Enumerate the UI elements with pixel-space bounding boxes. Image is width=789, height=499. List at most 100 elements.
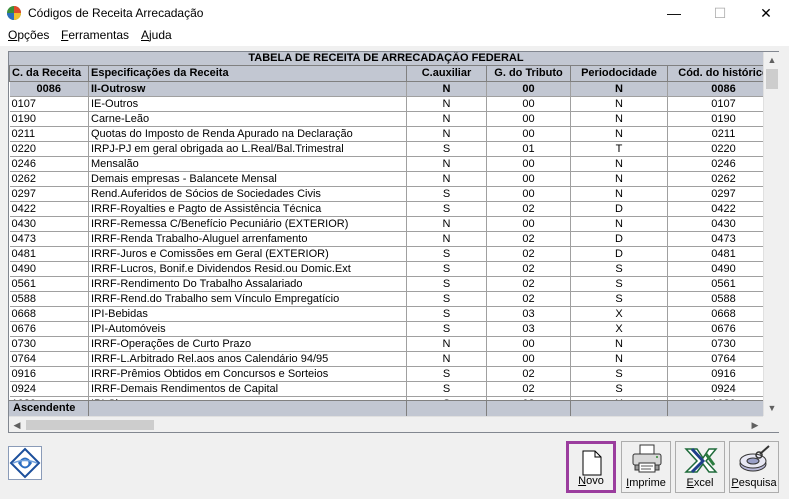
cell-codigo[interactable]: 0086 (9, 81, 89, 97)
cell-codigo[interactable]: 0190 (9, 111, 89, 127)
cell-especificacao[interactable]: IRRF-Royalties e Pagto de Assistência Té… (88, 201, 407, 217)
cell-auxiliar[interactable]: N (406, 96, 487, 112)
cell-periodicidade[interactable]: N (570, 126, 668, 142)
cell-codigo[interactable]: 0490 (9, 261, 89, 277)
cell-grupo-tributo[interactable]: 02 (486, 246, 571, 262)
column-header-auxiliar[interactable]: C.auxiliar (406, 66, 487, 82)
cell-especificacao[interactable]: IRRF-Lucros, Bonif.e Dividendos Resid.ou… (88, 261, 407, 277)
vertical-scrollbar[interactable]: ▲ ▼ (763, 52, 779, 416)
cell-especificacao[interactable]: II-Outrosw (88, 81, 407, 97)
cell-codigo[interactable]: 0676 (9, 321, 89, 337)
cell-historico[interactable]: 0220 (667, 141, 763, 157)
cell-auxiliar[interactable]: S (406, 366, 487, 382)
cell-auxiliar[interactable]: S (406, 321, 487, 337)
cell-grupo-tributo[interactable]: 00 (486, 351, 571, 367)
cell-codigo[interactable]: 0730 (9, 336, 89, 352)
maximize-button[interactable]: ☐ (697, 0, 743, 27)
cell-grupo-tributo[interactable]: 00 (486, 186, 571, 202)
cell-codigo[interactable]: 0916 (9, 366, 89, 382)
scroll-up-icon[interactable]: ▲ (764, 52, 780, 68)
cell-historico[interactable]: 0297 (667, 186, 763, 202)
cell-periodicidade[interactable]: N (570, 111, 668, 127)
cell-auxiliar[interactable]: S (406, 261, 487, 277)
cell-periodicidade[interactable]: X (570, 306, 668, 322)
cell-auxiliar[interactable]: N (406, 231, 487, 247)
cell-periodicidade[interactable]: N (570, 171, 668, 187)
table-row[interactable]: 0246 Mensalão N 00 N 0246 (9, 156, 763, 172)
table-row[interactable]: 0430 IRRF-Remessa C/Benefício Pecuniário … (9, 216, 763, 232)
cell-grupo-tributo[interactable]: 00 (486, 126, 571, 142)
table-row[interactable]: 0422 IRRF-Royalties e Pagto de Assistênci… (9, 201, 763, 217)
cell-codigo[interactable]: 0588 (9, 291, 89, 307)
cell-periodicidade[interactable]: N (570, 186, 668, 202)
cell-historico[interactable]: 0668 (667, 306, 763, 322)
cell-codigo[interactable]: 0668 (9, 306, 89, 322)
column-header-especificacao[interactable]: Especificações da Receita (88, 66, 407, 82)
cell-historico[interactable]: 0676 (667, 321, 763, 337)
table-row[interactable]: 0262 Demais empresas - Balancete Mensal N 0… (9, 171, 763, 187)
cell-auxiliar[interactable]: N (406, 81, 487, 97)
table-row[interactable]: 0588 IRRF-Rend.do Trabalho sem Vínculo Em… (9, 291, 763, 307)
cell-grupo-tributo[interactable]: 02 (486, 291, 571, 307)
cell-auxiliar[interactable]: N (406, 156, 487, 172)
cell-periodicidade[interactable]: D (570, 231, 668, 247)
cell-auxiliar[interactable]: N (406, 111, 487, 127)
cell-historico[interactable]: 0086 (667, 81, 763, 97)
cell-periodicidade[interactable]: X (570, 321, 668, 337)
cell-codigo[interactable]: 0246 (9, 156, 89, 172)
cell-grupo-tributo[interactable]: 00 (486, 111, 571, 127)
cell-periodicidade[interactable]: S (570, 276, 668, 292)
cell-especificacao[interactable]: Mensalão (88, 156, 407, 172)
column-header-periodicidade[interactable]: Periodocidade (570, 66, 668, 82)
pesquisa-button[interactable]: Pesquisa (729, 441, 779, 493)
cell-grupo-tributo[interactable]: 02 (486, 366, 571, 382)
cell-periodicidade[interactable]: N (570, 96, 668, 112)
scroll-right-icon[interactable]: ▶ (747, 417, 763, 433)
cell-especificacao[interactable]: IPI-Automóveis (88, 321, 407, 337)
table-row[interactable]: 0220 IRPJ-PJ em geral obrigada ao L.Real/… (9, 141, 763, 157)
table-row[interactable]: 0297 Rend.Auferidos de Sócios de Sociedad… (9, 186, 763, 202)
scroll-down-icon[interactable]: ▼ (764, 400, 780, 416)
cell-auxiliar[interactable]: N (406, 216, 487, 232)
cell-historico[interactable]: 0916 (667, 366, 763, 382)
cell-auxiliar[interactable]: S (406, 186, 487, 202)
novo-button[interactable]: Novo (566, 441, 616, 493)
cell-periodicidade[interactable]: N (570, 336, 668, 352)
cell-historico[interactable]: 0430 (667, 216, 763, 232)
cell-auxiliar[interactable]: N (406, 126, 487, 142)
scroll-left-icon[interactable]: ◀ (9, 417, 25, 433)
cell-auxiliar[interactable]: S (406, 201, 487, 217)
cell-periodicidade[interactable]: D (570, 201, 668, 217)
cell-especificacao[interactable]: IRRF-Remessa C/Benefício Pecuniário (EXT… (88, 216, 407, 232)
cell-codigo[interactable]: 0220 (9, 141, 89, 157)
menu-opcoes[interactable]: Opções (8, 28, 49, 42)
cell-periodicidade[interactable]: N (570, 216, 668, 232)
table-row[interactable]: 0190 Carne-Leão N 00 N 0190 (9, 111, 763, 127)
cell-especificacao[interactable]: IRRF-Demais Rendimentos de Capital (88, 381, 407, 397)
cell-codigo[interactable]: 0430 (9, 216, 89, 232)
cell-codigo[interactable]: 0473 (9, 231, 89, 247)
cell-codigo[interactable]: 0481 (9, 246, 89, 262)
column-header-grupo-tributo[interactable]: G. do Tributo (486, 66, 571, 82)
cell-especificacao[interactable]: IRRF-Prêmios Obtidos em Concursos e Sort… (88, 366, 407, 382)
cell-grupo-tributo[interactable]: 00 (486, 336, 571, 352)
table-row[interactable]: 0730 IRRF-Operações de Curto Prazo N 00 N 073… (9, 336, 763, 352)
horizontal-scroll-thumb[interactable] (26, 420, 154, 430)
table-row[interactable]: 0924 IRRF-Demais Rendimentos de Capital S 0… (9, 381, 763, 397)
table-row[interactable]: 0107 IE-Outros N 00 N 0107 (9, 96, 763, 112)
cell-grupo-tributo[interactable]: 00 (486, 96, 571, 112)
cell-historico[interactable]: 0211 (667, 126, 763, 142)
minimize-button[interactable]: — (651, 0, 697, 27)
table-row[interactable]: 0916 IRRF-Prêmios Obtidos em Concursos e … (9, 366, 763, 382)
vertical-scroll-thumb[interactable] (766, 69, 778, 89)
cell-historico[interactable]: 0246 (667, 156, 763, 172)
cell-periodicidade[interactable]: N (570, 351, 668, 367)
cell-especificacao[interactable]: IRRF-Operações de Curto Prazo (88, 336, 407, 352)
horizontal-scrollbar[interactable]: ◀ ▶ (9, 416, 763, 432)
cell-historico[interactable]: 0561 (667, 276, 763, 292)
table-row[interactable]: 0086 II-Outrosw N 00 N 0086 (9, 81, 763, 97)
cell-especificacao[interactable]: Carne-Leão (88, 111, 407, 127)
table-row[interactable]: 0668 IPI-Bebidas S 03 X 0668 (9, 306, 763, 322)
cell-especificacao[interactable]: Rend.Auferidos de Sócios de Sociedades C… (88, 186, 407, 202)
cell-codigo[interactable]: 0422 (9, 201, 89, 217)
